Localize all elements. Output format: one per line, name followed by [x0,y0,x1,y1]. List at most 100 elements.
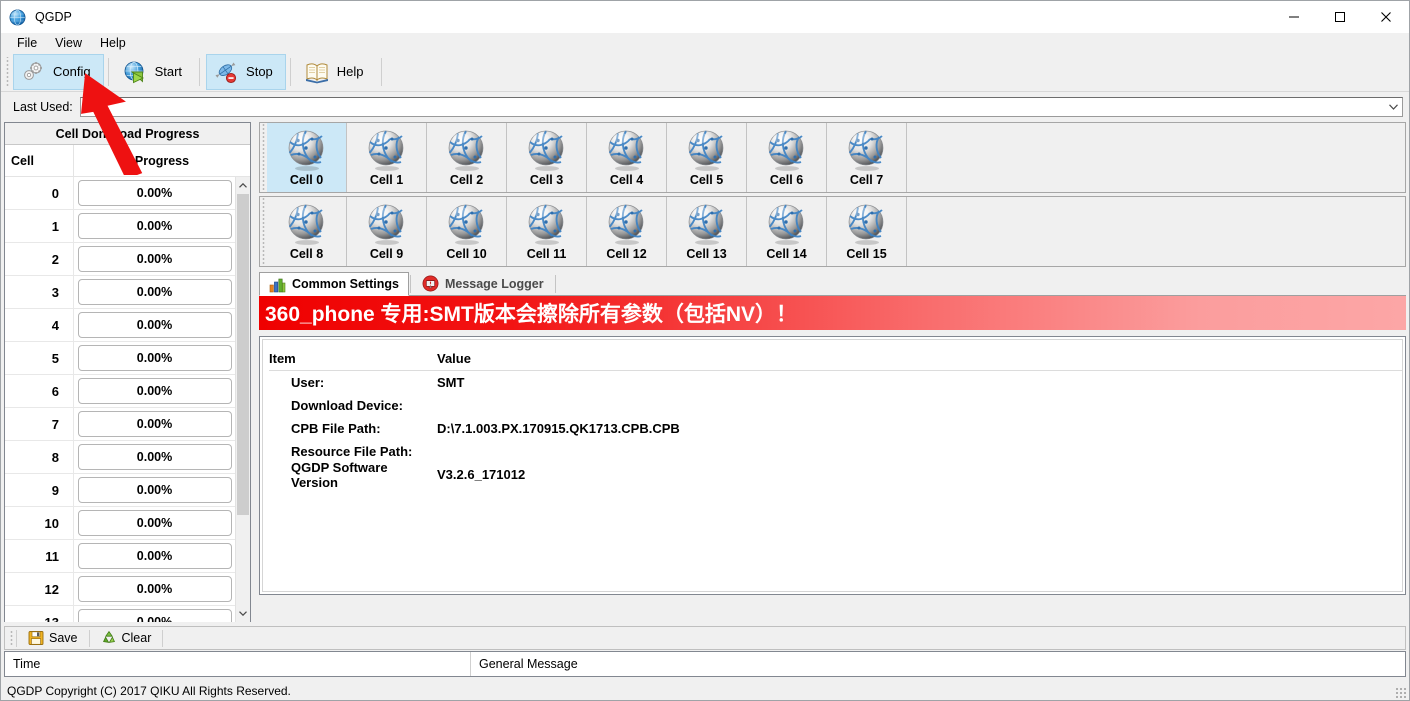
cell-progress-scrollbar[interactable] [235,177,250,622]
cell-button-label: Cell 3 [530,173,563,187]
menu-item-help[interactable]: Help [92,35,134,51]
menu-item-file[interactable]: File [9,35,45,51]
info-row-key: User: [269,375,437,390]
log-column-time[interactable]: Time [5,652,471,676]
cell-progress-row[interactable]: 100.00% [5,507,235,540]
cell-index: 10 [5,516,73,531]
maximize-button[interactable] [1317,1,1363,33]
globe-icon [685,202,729,246]
chevron-down-icon[interactable] [1385,104,1402,110]
globe-icon [765,128,809,172]
log-toolbar: Save Clear [4,626,1406,650]
cell-progress-row[interactable]: 10.00% [5,210,235,243]
progress-bar: 0.00% [78,411,232,437]
right-content-area: Cell 0Cell 1Cell 2Cell 3Cell 4Cell 5Cell… [259,122,1406,622]
config-button[interactable]: Config [13,54,104,90]
cell-progress-row[interactable]: 30.00% [5,276,235,309]
cell-index: 4 [5,318,73,333]
window-controls [1271,1,1409,33]
menu-item-view[interactable]: View [47,35,90,51]
panel-splitter[interactable] [252,122,258,622]
cell-button-cell-6[interactable]: Cell 6 [747,123,827,192]
title-bar: QGDP [1,1,1409,33]
cell-button-cell-9[interactable]: Cell 9 [347,197,427,266]
cell-button-label: Cell 12 [606,247,646,261]
info-row: CPB File Path:D:\7.1.003.PX.170915.QK171… [269,417,1402,440]
cell-progress-row[interactable]: 120.00% [5,573,235,606]
globe-icon [845,202,889,246]
cell-button-label: Cell 8 [290,247,323,261]
cell-button-cell-13[interactable]: Cell 13 [667,197,747,266]
progress-bar: 0.00% [78,477,232,503]
log-sep-2 [162,630,163,647]
cell-progress-row[interactable]: 60.00% [5,375,235,408]
log-sep-0 [16,630,17,647]
cell-progress-cell: 0.00% [73,375,235,408]
cell-button-label: Cell 0 [290,173,323,187]
start-button[interactable]: Start [115,54,195,90]
cell-button-cell-7[interactable]: Cell 7 [827,123,907,192]
toolbar-grip[interactable] [4,57,11,87]
log-clear-button[interactable]: Clear [92,628,161,649]
status-bar-text: QGDP Copyright (C) 2017 QIKU All Rights … [7,684,291,698]
globe-icon [365,202,409,246]
cell-button-cell-10[interactable]: Cell 10 [427,197,507,266]
cell-progress-grid: Cell Progress 00.00%10.00%20.00%30.00%40… [5,145,250,622]
cell-button-label: Cell 13 [686,247,726,261]
cell-button-cell-3[interactable]: Cell 3 [507,123,587,192]
cell-button-cell-2[interactable]: Cell 2 [427,123,507,192]
scroll-down-icon[interactable] [236,605,250,622]
cell-button-cell-8[interactable]: Cell 8 [267,197,347,266]
cell-button-cell-15[interactable]: Cell 15 [827,197,907,266]
log-sep-1 [89,630,90,647]
scrollbar-thumb[interactable] [237,194,249,515]
cell-index: 11 [5,549,73,564]
log-save-button[interactable]: Save [19,628,87,649]
log-table: Time General Message [4,651,1406,677]
cell-progress-row[interactable]: 70.00% [5,408,235,441]
log-toolbar-grip[interactable] [8,629,14,647]
cell-progress-row[interactable]: 4 0.00% [5,309,235,342]
cell-button-cell-14[interactable]: Cell 14 [747,197,827,266]
cell-button-cell-1[interactable]: Cell 1 [347,123,427,192]
last-used-combobox[interactable] [80,97,1403,117]
info-row-key: Resource File Path: [269,444,437,459]
cell-progress-row[interactable]: 80.00% [5,441,235,474]
cell-progress-row[interactable]: 00.00% [5,177,235,210]
close-button[interactable] [1363,1,1409,33]
progress-bar: 0.00% [78,543,232,569]
help-button[interactable]: Help [297,54,377,90]
cell-button-cell-11[interactable]: Cell 11 [507,197,587,266]
resize-grip-icon[interactable] [1395,687,1407,699]
minimize-button[interactable] [1271,1,1317,33]
cell-button-cell-4[interactable]: Cell 4 [587,123,667,192]
cell-progress-row[interactable]: 130.00% [5,606,235,622]
cell-button-cell-5[interactable]: Cell 5 [667,123,747,192]
cell-progress-row[interactable]: 11 0.00% [5,540,235,573]
progress-bar: 0.00% [78,213,232,239]
cell-progress-row[interactable]: 50.00% [5,342,235,375]
cell-button-label: Cell 14 [766,247,806,261]
qgdp-window: QGDP File View Help [0,0,1410,701]
tab-message-logger[interactable]: Message Logger [412,271,554,295]
cell-row-grip-bottom[interactable] [260,197,267,266]
help-button-label: Help [337,64,364,79]
info-row-key: Download Device: [269,398,437,413]
cell-progress-cell: 0.00% [73,573,235,606]
scrollbar-track[interactable] [236,194,250,605]
cell-progress-row[interactable]: 20.00% [5,243,235,276]
log-column-general-message[interactable]: General Message [471,652,1405,676]
cell-button-label: Cell 7 [850,173,883,187]
cell-progress-cell: 0.00% [73,474,235,507]
start-button-label: Start [155,64,182,79]
progress-bar: 0.00% [78,312,232,338]
cell-button-cell-12[interactable]: Cell 12 [587,197,667,266]
cell-button-label: Cell 10 [446,247,486,261]
stop-button[interactable]: Stop [206,54,286,90]
tab-common-settings[interactable]: Common Settings [259,272,409,296]
cell-row-grip-top[interactable] [260,123,267,192]
cell-progress-row[interactable]: 90.00% [5,474,235,507]
menu-bar: File View Help [1,33,1409,52]
cell-button-cell-0[interactable]: Cell 0 [267,123,347,192]
scroll-up-icon[interactable] [236,177,250,194]
